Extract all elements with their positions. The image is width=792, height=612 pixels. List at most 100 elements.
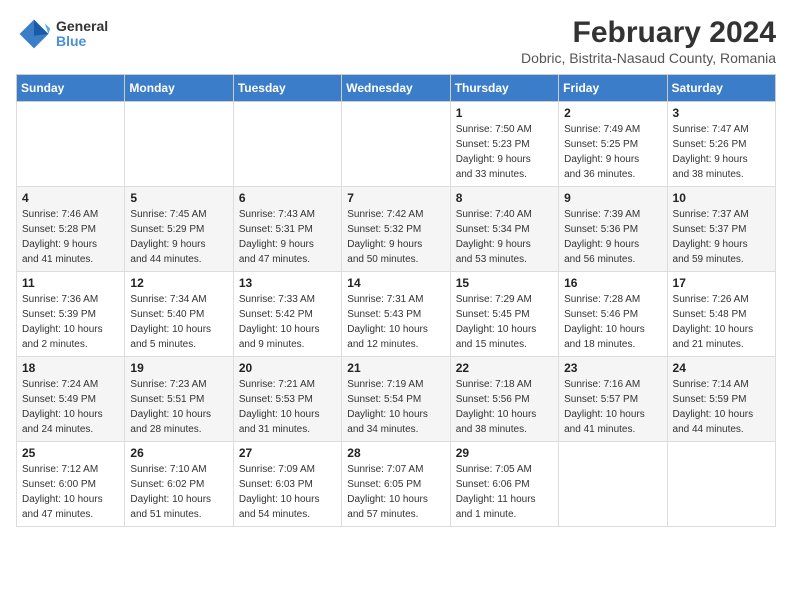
day-info: Sunrise: 7:29 AM Sunset: 5:45 PM Dayligh…: [456, 292, 553, 352]
day-number: 4: [22, 191, 119, 205]
logo-line2: Blue: [56, 34, 108, 49]
day-info: Sunrise: 7:42 AM Sunset: 5:32 PM Dayligh…: [347, 207, 444, 267]
calendar-cell: 9 Sunrise: 7:39 AM Sunset: 5:36 PM Daylig…: [559, 187, 667, 272]
calendar-cell: 2 Sunrise: 7:49 AM Sunset: 5:25 PM Daylig…: [559, 102, 667, 187]
day-number: 7: [347, 191, 444, 205]
day-number: 5: [130, 191, 227, 205]
calendar-week-row: 4 Sunrise: 7:46 AM Sunset: 5:28 PM Daylig…: [17, 187, 776, 272]
day-number: 25: [22, 446, 119, 460]
day-info: Sunrise: 7:09 AM Sunset: 6:03 PM Dayligh…: [239, 462, 336, 522]
day-number: 19: [130, 361, 227, 375]
calendar-cell: [667, 442, 775, 527]
day-info: Sunrise: 7:43 AM Sunset: 5:31 PM Dayligh…: [239, 207, 336, 267]
weekday-header: Saturday: [667, 75, 775, 102]
weekday-header: Wednesday: [342, 75, 450, 102]
calendar-week-row: 18 Sunrise: 7:24 AM Sunset: 5:49 PM Dayli…: [17, 357, 776, 442]
logo: General Blue: [16, 16, 108, 52]
day-info: Sunrise: 7:37 AM Sunset: 5:37 PM Dayligh…: [673, 207, 770, 267]
day-number: 17: [673, 276, 770, 290]
title-area: February 2024 Dobric, Bistrita-Nasaud Co…: [521, 16, 776, 66]
calendar-week-row: 1 Sunrise: 7:50 AM Sunset: 5:23 PM Daylig…: [17, 102, 776, 187]
day-number: 29: [456, 446, 553, 460]
day-info: Sunrise: 7:05 AM Sunset: 6:06 PM Dayligh…: [456, 462, 553, 522]
calendar-cell: 15 Sunrise: 7:29 AM Sunset: 5:45 PM Dayli…: [450, 272, 558, 357]
logo-text: General Blue: [56, 19, 108, 50]
day-info: Sunrise: 7:33 AM Sunset: 5:42 PM Dayligh…: [239, 292, 336, 352]
day-info: Sunrise: 7:36 AM Sunset: 5:39 PM Dayligh…: [22, 292, 119, 352]
calendar-cell: 4 Sunrise: 7:46 AM Sunset: 5:28 PM Daylig…: [17, 187, 125, 272]
weekday-header-row: SundayMondayTuesdayWednesdayThursdayFrid…: [17, 75, 776, 102]
day-number: 6: [239, 191, 336, 205]
weekday-header: Sunday: [17, 75, 125, 102]
calendar-cell: [342, 102, 450, 187]
day-number: 21: [347, 361, 444, 375]
calendar-week-row: 25 Sunrise: 7:12 AM Sunset: 6:00 PM Dayli…: [17, 442, 776, 527]
day-number: 10: [673, 191, 770, 205]
calendar: SundayMondayTuesdayWednesdayThursdayFrid…: [16, 74, 776, 527]
calendar-cell: 5 Sunrise: 7:45 AM Sunset: 5:29 PM Daylig…: [125, 187, 233, 272]
calendar-cell: 11 Sunrise: 7:36 AM Sunset: 5:39 PM Dayli…: [17, 272, 125, 357]
calendar-cell: 19 Sunrise: 7:23 AM Sunset: 5:51 PM Dayli…: [125, 357, 233, 442]
logo-line1: General: [56, 19, 108, 34]
calendar-cell: [125, 102, 233, 187]
calendar-cell: 17 Sunrise: 7:26 AM Sunset: 5:48 PM Dayli…: [667, 272, 775, 357]
header: General Blue February 2024 Dobric, Bistr…: [16, 16, 776, 66]
weekday-header: Monday: [125, 75, 233, 102]
calendar-cell: 27 Sunrise: 7:09 AM Sunset: 6:03 PM Dayli…: [233, 442, 341, 527]
calendar-cell: 21 Sunrise: 7:19 AM Sunset: 5:54 PM Dayli…: [342, 357, 450, 442]
calendar-cell: 12Sunrise: 7:34 AM Sunset: 5:40 PM Dayli…: [125, 272, 233, 357]
calendar-cell: 22Sunrise: 7:18 AM Sunset: 5:56 PM Dayli…: [450, 357, 558, 442]
day-number: 8: [456, 191, 553, 205]
day-number: 15: [456, 276, 553, 290]
calendar-cell: [559, 442, 667, 527]
day-info: Sunrise: 7:39 AM Sunset: 5:36 PM Dayligh…: [564, 207, 661, 267]
calendar-cell: 18 Sunrise: 7:24 AM Sunset: 5:49 PM Dayli…: [17, 357, 125, 442]
weekday-header: Friday: [559, 75, 667, 102]
day-info: Sunrise: 7:31 AM Sunset: 5:43 PM Dayligh…: [347, 292, 444, 352]
calendar-cell: 25 Sunrise: 7:12 AM Sunset: 6:00 PM Dayli…: [17, 442, 125, 527]
day-number: 9: [564, 191, 661, 205]
day-info: Sunrise: 7:49 AM Sunset: 5:25 PM Dayligh…: [564, 122, 661, 182]
day-number: 23: [564, 361, 661, 375]
calendar-cell: 28 Sunrise: 7:07 AM Sunset: 6:05 PM Dayli…: [342, 442, 450, 527]
day-info: Sunrise: 7:23 AM Sunset: 5:51 PM Dayligh…: [130, 377, 227, 437]
day-info: Sunrise: 7:45 AM Sunset: 5:29 PM Dayligh…: [130, 207, 227, 267]
month-year: February 2024: [521, 16, 776, 50]
weekday-header: Tuesday: [233, 75, 341, 102]
day-number: 1: [456, 106, 553, 120]
day-number: 11: [22, 276, 119, 290]
calendar-cell: 7 Sunrise: 7:42 AM Sunset: 5:32 PM Daylig…: [342, 187, 450, 272]
calendar-cell: 23 Sunrise: 7:16 AM Sunset: 5:57 PM Dayli…: [559, 357, 667, 442]
calendar-cell: 1 Sunrise: 7:50 AM Sunset: 5:23 PM Daylig…: [450, 102, 558, 187]
day-number: 22: [456, 361, 553, 375]
day-info: Sunrise: 7:19 AM Sunset: 5:54 PM Dayligh…: [347, 377, 444, 437]
calendar-cell: [233, 102, 341, 187]
day-number: 13: [239, 276, 336, 290]
day-number: 27: [239, 446, 336, 460]
day-info: Sunrise: 7:12 AM Sunset: 6:00 PM Dayligh…: [22, 462, 119, 522]
logo-icon: [16, 16, 52, 52]
day-info: Sunrise: 7:24 AM Sunset: 5:49 PM Dayligh…: [22, 377, 119, 437]
calendar-cell: 20Sunrise: 7:21 AM Sunset: 5:53 PM Dayli…: [233, 357, 341, 442]
day-info: Sunrise: 7:10 AM Sunset: 6:02 PM Dayligh…: [130, 462, 227, 522]
calendar-cell: 14 Sunrise: 7:31 AM Sunset: 5:43 PM Dayli…: [342, 272, 450, 357]
day-info: Sunrise: 7:21 AM Sunset: 5:53 PM Dayligh…: [239, 377, 336, 437]
day-number: 18: [22, 361, 119, 375]
calendar-cell: 13 Sunrise: 7:33 AM Sunset: 5:42 PM Dayli…: [233, 272, 341, 357]
calendar-cell: 8Sunrise: 7:40 AM Sunset: 5:34 PM Daylig…: [450, 187, 558, 272]
day-info: Sunrise: 7:46 AM Sunset: 5:28 PM Dayligh…: [22, 207, 119, 267]
day-number: 2: [564, 106, 661, 120]
day-number: 28: [347, 446, 444, 460]
day-number: 24: [673, 361, 770, 375]
location: Dobric, Bistrita-Nasaud County, Romania: [521, 50, 776, 66]
day-info: Sunrise: 7:07 AM Sunset: 6:05 PM Dayligh…: [347, 462, 444, 522]
day-number: 14: [347, 276, 444, 290]
calendar-cell: 3Sunrise: 7:47 AM Sunset: 5:26 PM Daylig…: [667, 102, 775, 187]
calendar-cell: 6 Sunrise: 7:43 AM Sunset: 5:31 PM Daylig…: [233, 187, 341, 272]
calendar-cell: 29 Sunrise: 7:05 AM Sunset: 6:06 PM Dayli…: [450, 442, 558, 527]
day-info: Sunrise: 7:50 AM Sunset: 5:23 PM Dayligh…: [456, 122, 553, 182]
day-info: Sunrise: 7:26 AM Sunset: 5:48 PM Dayligh…: [673, 292, 770, 352]
day-info: Sunrise: 7:16 AM Sunset: 5:57 PM Dayligh…: [564, 377, 661, 437]
day-number: 12: [130, 276, 227, 290]
calendar-cell: [17, 102, 125, 187]
